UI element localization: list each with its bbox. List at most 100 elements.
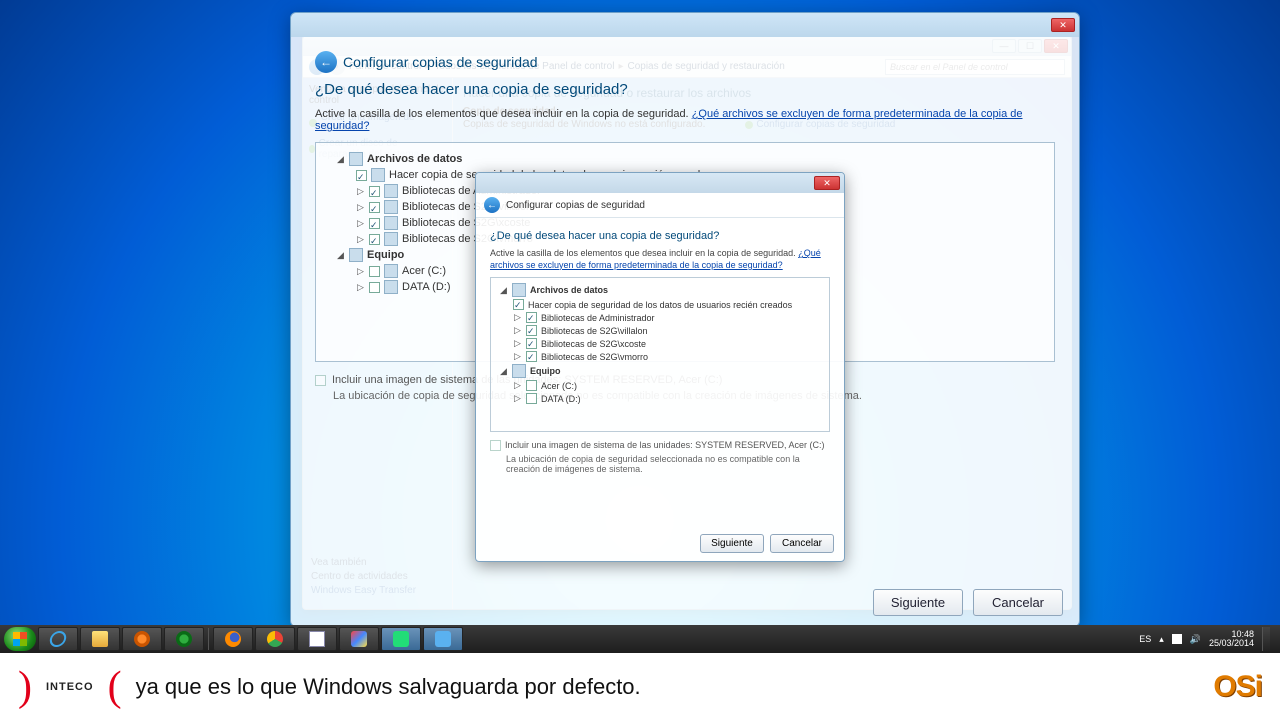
arrow-left-icon: ←: [320, 55, 332, 69]
taskbar-item-cp-backup[interactable]: [381, 627, 421, 651]
inner-back-button[interactable]: ←: [484, 197, 500, 213]
inner-cancel-button[interactable]: Cancelar: [770, 534, 834, 553]
taskbar-item-notepad[interactable]: [297, 627, 337, 651]
tree-checkbox[interactable]: [526, 338, 537, 349]
backup-icon: [393, 631, 409, 647]
tray-date: 25/03/2014: [1209, 639, 1254, 648]
wizard-titlebar[interactable]: ✕: [291, 13, 1079, 37]
paren-right-icon: (: [108, 666, 122, 708]
tree-checkbox[interactable]: [526, 325, 537, 336]
tree-checkbox[interactable]: [356, 170, 367, 181]
notepad-icon: [309, 631, 325, 647]
cancel-button[interactable]: Cancelar: [973, 589, 1063, 616]
taskbar[interactable]: ES ▴ 🔊 10:48 25/03/2014: [0, 625, 1280, 653]
wizard-icon: [435, 631, 451, 647]
taskbar-item-explorer[interactable]: [80, 627, 120, 651]
tree-checkbox[interactable]: [526, 351, 537, 362]
wizard-close-button[interactable]: ✕: [1051, 18, 1075, 32]
expand-icon[interactable]: ▷: [513, 380, 522, 391]
expand-icon[interactable]: ▷: [513, 312, 522, 323]
inner-titlebar[interactable]: ✕: [476, 173, 844, 193]
tree-checkbox[interactable]: [526, 393, 537, 404]
firefox-icon: [225, 631, 241, 647]
include-image-checkbox[interactable]: [315, 375, 326, 386]
inner-title: Configurar copias de seguridad: [506, 200, 645, 211]
expand-icon[interactable]: ▷: [356, 266, 365, 277]
expand-icon[interactable]: ▷: [356, 282, 365, 293]
chrome-icon: [267, 631, 283, 647]
inner-include-image-label: Incluir una imagen de sistema de las uni…: [505, 440, 824, 450]
taskbar-item-paint[interactable]: [339, 627, 379, 651]
drive-icon: [384, 264, 398, 278]
tree-checkbox[interactable]: [369, 186, 380, 197]
tray-clock[interactable]: 10:48 25/03/2014: [1209, 630, 1254, 649]
tree-group-computer: Equipo: [530, 366, 561, 376]
expand-icon[interactable]: ▷: [513, 338, 522, 349]
flag-icon[interactable]: [1172, 634, 1182, 644]
tree-group-data: Archivos de datos: [530, 285, 608, 295]
tree-checkbox[interactable]: [526, 312, 537, 323]
wmc-icon: [176, 631, 192, 647]
osi-logo: OSi: [1213, 670, 1262, 704]
next-button[interactable]: Siguiente: [873, 589, 963, 616]
tree-item-label: Bibliotecas de S2G\villalon: [541, 326, 648, 336]
tree-checkbox[interactable]: [369, 282, 380, 293]
tree-checkbox[interactable]: [369, 218, 380, 229]
user-icon: [371, 168, 385, 182]
taskbar-item-backup-wizard[interactable]: [423, 627, 463, 651]
taskbar-item-firefox[interactable]: [213, 627, 253, 651]
taskbar-item-chrome[interactable]: [255, 627, 295, 651]
tree-checkbox[interactable]: [526, 380, 537, 391]
tree-checkbox[interactable]: [369, 202, 380, 213]
system-tray[interactable]: ES ▴ 🔊 10:48 25/03/2014: [1139, 627, 1276, 651]
tree-item-label: Bibliotecas de S2G\xcoste: [541, 339, 646, 349]
taskbar-item-ie[interactable]: [38, 627, 78, 651]
inner-tree[interactable]: ◢ Archivos de datos Hacer copia de seguri…: [490, 277, 830, 432]
wizard-heading: ¿De qué desea hacer una copia de segurid…: [315, 81, 1055, 98]
wizard-back-button[interactable]: ←: [315, 51, 337, 73]
expand-icon[interactable]: ◢: [499, 285, 508, 296]
wizard-title: Configurar copias de seguridad: [343, 54, 538, 70]
inner-next-button[interactable]: Siguiente: [700, 534, 764, 553]
users-icon: [349, 152, 363, 166]
expand-icon[interactable]: ▷: [356, 234, 365, 245]
inner-heading: ¿De qué desea hacer una copia de segurid…: [490, 230, 830, 242]
inner-include-image-note: La ubicación de copia de seguridad selec…: [506, 454, 830, 474]
tree-item-label: Bibliotecas de Administrador: [541, 313, 655, 323]
expand-icon[interactable]: ◢: [499, 366, 508, 377]
start-button[interactable]: [4, 627, 36, 651]
windows-logo-icon: [13, 632, 27, 646]
library-icon: [384, 200, 398, 214]
paren-left-icon: ): [18, 666, 32, 708]
tree-checkbox[interactable]: [369, 234, 380, 245]
tree-item-label: DATA (D:): [541, 394, 581, 404]
taskbar-item-wmc[interactable]: [164, 627, 204, 651]
inner-dialog: ✕ ← Configurar copias de seguridad ¿De q…: [475, 172, 845, 562]
expand-icon[interactable]: ▷: [356, 186, 365, 197]
inner-close-button[interactable]: ✕: [814, 176, 840, 190]
expand-icon[interactable]: ▷: [513, 393, 522, 404]
taskbar-item-wmp[interactable]: [122, 627, 162, 651]
volume-icon[interactable]: 🔊: [1190, 634, 1201, 645]
tree-item-label: Hacer copia de seguridad de los datos de…: [528, 300, 792, 310]
tree-item-label: Bibliotecas de S2G\vmorro: [541, 352, 648, 362]
expand-icon[interactable]: ▷: [513, 325, 522, 336]
computer-icon: [349, 248, 363, 262]
taskbar-separator: [208, 628, 209, 650]
expand-icon[interactable]: ▷: [356, 218, 365, 229]
tree-item-label: Acer (C:): [541, 381, 577, 391]
caption-text: ya que es lo que Windows salvaguarda por…: [136, 674, 641, 700]
show-desktop-button[interactable]: [1262, 627, 1270, 651]
tree-checkbox[interactable]: [369, 266, 380, 277]
tree-checkbox[interactable]: [513, 299, 524, 310]
expand-icon[interactable]: ▷: [513, 351, 522, 362]
expand-icon[interactable]: ◢: [336, 154, 345, 165]
expand-icon[interactable]: ◢: [336, 250, 345, 261]
caption-bar: ) inteco ( ya que es lo que Windows salv…: [0, 653, 1280, 720]
tray-lang[interactable]: ES: [1139, 634, 1151, 644]
tray-up-icon[interactable]: ▴: [1159, 634, 1164, 645]
library-icon: [384, 216, 398, 230]
users-icon: [512, 283, 526, 297]
expand-icon[interactable]: ▷: [356, 202, 365, 213]
inner-include-image-checkbox[interactable]: [490, 440, 501, 451]
